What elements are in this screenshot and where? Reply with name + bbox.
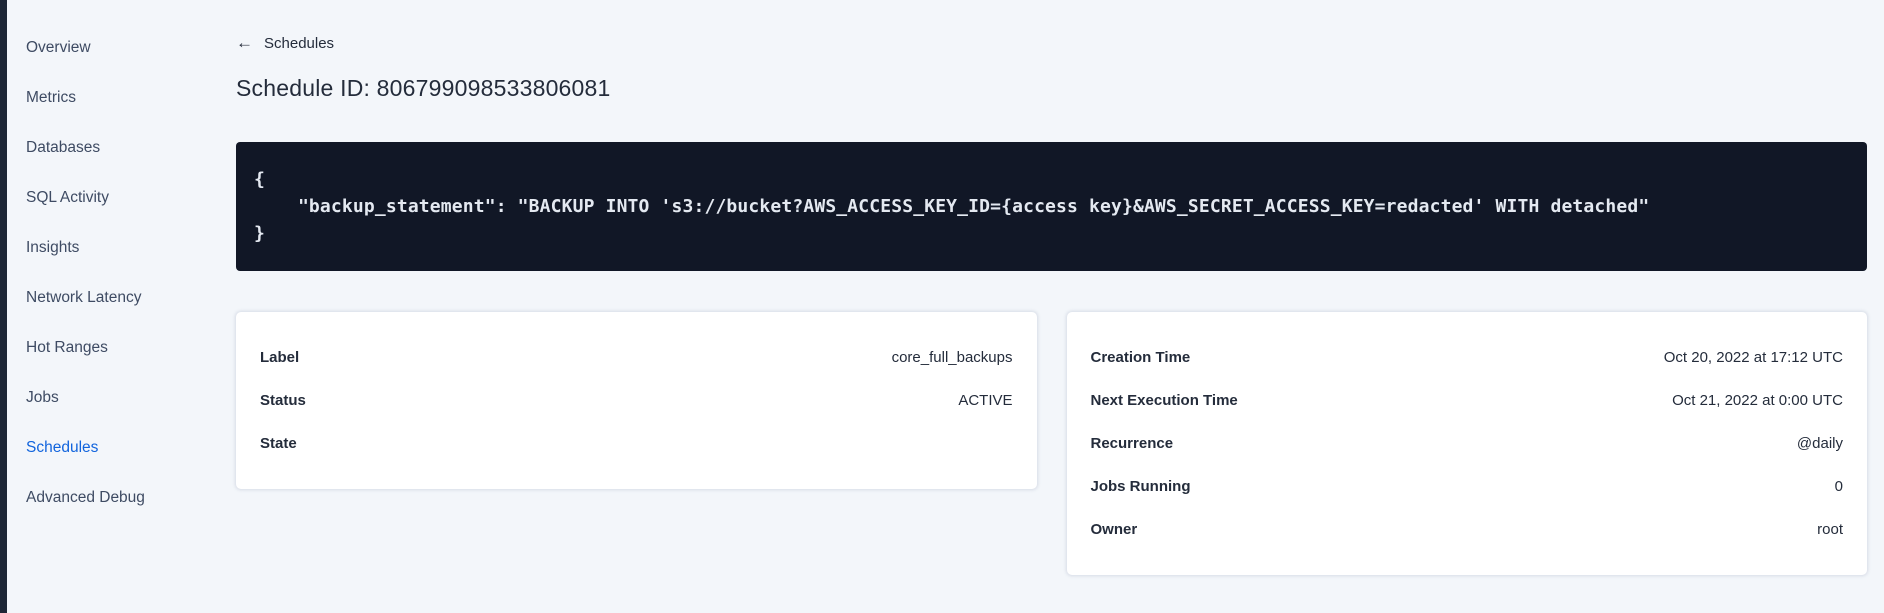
detail-value: ACTIVE [958,392,1013,409]
sidebar-item[interactable]: Jobs [7,373,217,423]
code-line: { [254,169,265,190]
detail-value: 0 [1834,478,1843,495]
detail-cards-row: Label core_full_backups Status ACTIVE St… [236,312,1867,575]
page-title: Schedule ID: 806799098533806081 [236,75,611,101]
sidebar-item[interactable]: Hot Ranges [7,323,217,373]
back-link-label: Schedules [264,34,335,52]
sidebar-item[interactable]: SQL Activity [7,173,217,223]
detail-label: Next Execution Time [1090,392,1238,409]
sidebar-item[interactable]: Insights [7,223,217,273]
detail-row: Next Execution Time Oct 21, 2022 at 0:00… [1091,379,1844,422]
collapsed-nav-strip [0,0,7,613]
sidebar-item[interactable]: Advanced Debug [7,473,217,523]
detail-row: Creation Time Oct 20, 2022 at 17:12 UTC [1091,336,1844,379]
detail-row: Owner root [1091,508,1844,551]
detail-row: State [260,422,1013,465]
detail-label: Owner [1090,521,1138,538]
detail-row: Status ACTIVE [260,379,1013,422]
backup-statement-code-block: { "backup_statement": "BACKUP INTO 's3:/… [236,142,1867,271]
detail-label: State [260,435,297,452]
sidebar-item[interactable]: Databases [7,123,217,173]
detail-row: Jobs Running 0 [1091,465,1844,508]
sidebar-item[interactable]: Metrics [7,73,217,123]
code-line: } [254,223,265,244]
detail-value: Oct 21, 2022 at 0:00 UTC [1672,392,1843,409]
detail-value: Oct 20, 2022 at 17:12 UTC [1663,349,1843,366]
back-to-schedules-link[interactable]: ← Schedules [236,33,334,53]
main-content: ← Schedules Schedule ID: 806799098533806… [236,0,1867,575]
detail-label: Status [260,392,306,409]
label-status-card: Label core_full_backups Status ACTIVE St… [236,312,1037,489]
detail-label: Jobs Running [1090,478,1191,495]
sidebar-nav: Overview Metrics Databases SQL Activity … [7,23,217,523]
detail-value: root [1817,521,1843,538]
back-arrow-icon: ← [236,33,253,52]
sidebar-item[interactable]: Schedules [7,423,217,473]
code-line: "backup_statement": "BACKUP INTO 's3://b… [254,196,1650,217]
detail-label: Creation Time [1090,349,1191,366]
schedule-info-card: Creation Time Oct 20, 2022 at 17:12 UTC … [1066,312,1867,575]
detail-row: Recurrence @daily [1091,422,1844,465]
detail-label: Recurrence [1090,435,1174,452]
detail-label: Label [260,349,300,366]
sidebar-item[interactable]: Overview [7,23,217,73]
detail-value: @daily [1796,435,1843,452]
detail-row: Label core_full_backups [260,336,1013,379]
detail-value: core_full_backups [891,349,1013,366]
sidebar-item[interactable]: Network Latency [7,273,217,323]
